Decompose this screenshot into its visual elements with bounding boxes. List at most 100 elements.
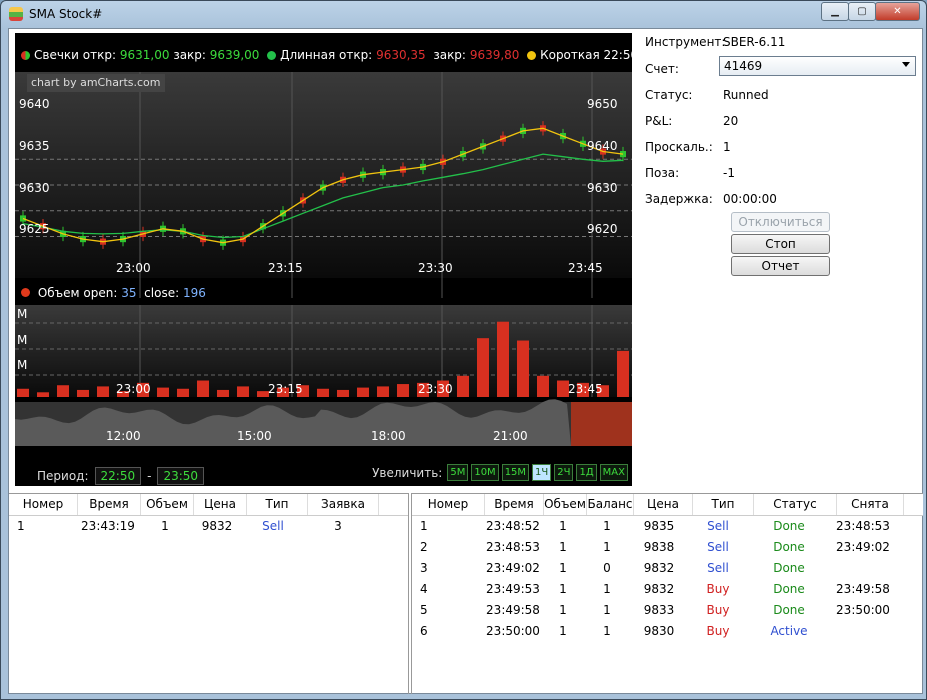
volume-bar bbox=[57, 385, 69, 397]
period-label: Период: bbox=[37, 469, 89, 483]
zoom-button[interactable]: 15M bbox=[501, 464, 530, 481]
column-header[interactable]: Номер bbox=[9, 494, 78, 515]
xtick: 23:15 bbox=[268, 261, 303, 275]
report-button[interactable]: Отчет bbox=[731, 256, 830, 276]
volume-bar bbox=[357, 387, 369, 397]
close-icon[interactable]: ✕ bbox=[875, 2, 920, 21]
navigator-selection bbox=[571, 402, 632, 446]
table-cell: 1 bbox=[559, 624, 567, 638]
period-from-input[interactable]: 22:50 bbox=[94, 467, 142, 485]
pnl-value: 20 bbox=[723, 114, 739, 128]
table-cell: 23:48:53 bbox=[486, 540, 540, 554]
orders-table[interactable]: Номер Время Объем Баланс Цена Тип Статус Снята 1… bbox=[411, 493, 923, 694]
account-select-value: 41469 bbox=[724, 59, 763, 73]
volume-xtick: 23:15 bbox=[268, 382, 303, 396]
pnl-row: P&L: 20 bbox=[645, 114, 738, 128]
volume-bar bbox=[397, 384, 409, 397]
volume-bar bbox=[37, 392, 49, 397]
title-bar[interactable]: SMA Stock# ▁ ▢ ✕ bbox=[1, 1, 926, 27]
table-cell: 9832 bbox=[643, 582, 675, 596]
maximize-icon[interactable]: ▢ bbox=[848, 2, 876, 21]
zoom-button[interactable]: 10M bbox=[471, 464, 499, 481]
table-row[interactable]: 5 23:49:58 1 1 9833 Buy Done 23:50:00 bbox=[412, 600, 923, 621]
volume-close-label: close: bbox=[144, 286, 180, 300]
instrument-row: Инструмент: SBER-6.11 bbox=[645, 35, 785, 49]
table-cell: 1 bbox=[559, 582, 567, 596]
column-header[interactable]: Статус bbox=[754, 494, 837, 515]
account-select[interactable]: 41469 bbox=[719, 56, 916, 76]
legend-candles-close: 9639,00 bbox=[209, 48, 260, 62]
volume-bar bbox=[377, 386, 389, 397]
delay-row: Задержка: 00:00:00 bbox=[645, 192, 777, 206]
chart-legend: Свечки откр: 9631,00 закр: 9639,00 Длинн… bbox=[21, 47, 685, 63]
volume-label: Объем bbox=[37, 286, 80, 300]
zoom-button[interactable]: MAX bbox=[599, 464, 628, 481]
status-row: Статус: Runned bbox=[645, 88, 769, 102]
zoom-button[interactable]: 2Ч bbox=[554, 464, 574, 481]
column-header[interactable]: Время bbox=[78, 494, 141, 515]
zoom-button[interactable]: 1Ч bbox=[532, 464, 552, 481]
period-dash: - bbox=[147, 469, 152, 483]
table-cell: Sell bbox=[707, 540, 729, 554]
column-header[interactable]: Время bbox=[485, 494, 544, 515]
column-header[interactable]: Баланс bbox=[587, 494, 634, 515]
table-cell: 1 bbox=[603, 519, 611, 533]
slippage-value: 1 bbox=[723, 140, 731, 154]
table-cell: 2 bbox=[420, 540, 428, 554]
legend-long-close: 9639,80 bbox=[469, 48, 520, 62]
table-row[interactable]: 2 23:48:53 1 1 9838 Sell Done 23:49:02 bbox=[412, 537, 923, 558]
zoom-button[interactable]: 1Д bbox=[576, 464, 597, 481]
disconnect-button[interactable]: Отключиться bbox=[731, 212, 830, 232]
table-row[interactable]: 3 23:49:02 1 0 9832 Sell Done bbox=[412, 558, 923, 579]
volume-bar bbox=[317, 388, 329, 397]
app-icon bbox=[9, 7, 23, 21]
period-to-input[interactable]: 23:50 bbox=[157, 467, 205, 485]
table-cell: 5 bbox=[420, 603, 428, 617]
ytick-left: 9640 bbox=[19, 97, 50, 111]
table-cell: Done bbox=[773, 582, 805, 596]
column-header[interactable]: Цена bbox=[634, 494, 693, 515]
table-cell: 1 bbox=[603, 540, 611, 554]
price-plot-area bbox=[15, 72, 632, 278]
table-cell: 9835 bbox=[643, 519, 675, 533]
zoom-button[interactable]: 5M bbox=[447, 464, 469, 481]
column-header[interactable]: Снята bbox=[837, 494, 904, 515]
trades-table[interactable]: Номер Время Объем Цена Тип Заявка 1 23:43:19 1 98… bbox=[9, 493, 409, 694]
table-cell: 1 bbox=[559, 540, 567, 554]
volume-bar bbox=[17, 388, 29, 397]
table-row[interactable]: 1 23:48:52 1 1 9835 Sell Done 23:48:53 bbox=[412, 516, 923, 537]
stop-button[interactable]: Стоп bbox=[731, 234, 830, 254]
volume-bar bbox=[497, 321, 509, 397]
table-row[interactable]: 4 23:49:53 1 1 9832 Buy Done 23:49:58 bbox=[412, 579, 923, 600]
table-cell: 23:50:00 bbox=[486, 624, 540, 638]
minimize-icon[interactable]: ▁ bbox=[821, 2, 849, 21]
column-header[interactable]: Объем bbox=[141, 494, 194, 515]
volume-bar bbox=[77, 389, 89, 397]
ytick-left: 9635 bbox=[19, 139, 50, 153]
legend-long-close-label: закр: bbox=[433, 48, 466, 62]
column-header[interactable]: Заявка bbox=[308, 494, 379, 515]
volume-bar bbox=[157, 387, 169, 397]
position-label: Поза: bbox=[645, 166, 680, 180]
table-cell: Active bbox=[770, 624, 808, 638]
table-cell: 23:43:19 bbox=[81, 519, 135, 533]
period-selector: Период: 22:50 - 23:50 bbox=[37, 467, 210, 485]
table-cell: Buy bbox=[706, 582, 730, 596]
table-cell: 9830 bbox=[643, 624, 675, 638]
table-cell: 1 bbox=[603, 624, 611, 638]
candles-legend-icon bbox=[21, 50, 30, 60]
table-row[interactable]: 1 23:43:19 1 9832 Sell 3 bbox=[9, 516, 408, 537]
stock-chart[interactable]: Свечки откр: 9631,00 закр: 9639,00 Длинн… bbox=[15, 33, 685, 486]
legend-long-label: Длинная откр: bbox=[280, 48, 373, 62]
table-cell: Buy bbox=[706, 624, 730, 638]
table-row[interactable]: 6 23:50:00 1 1 9830 Buy Active bbox=[412, 621, 923, 642]
column-header[interactable]: Тип bbox=[693, 494, 754, 515]
volume-bar bbox=[217, 389, 229, 397]
column-header[interactable]: Объем bbox=[544, 494, 587, 515]
column-header[interactable]: Цена bbox=[194, 494, 247, 515]
navigator-tick: 12:00 bbox=[106, 429, 141, 443]
legend-candles-close-label: закр: bbox=[173, 48, 206, 62]
amcharts-credit[interactable]: chart by amCharts.com bbox=[27, 74, 165, 92]
column-header[interactable]: Номер bbox=[412, 494, 485, 515]
column-header[interactable]: Тип bbox=[247, 494, 308, 515]
